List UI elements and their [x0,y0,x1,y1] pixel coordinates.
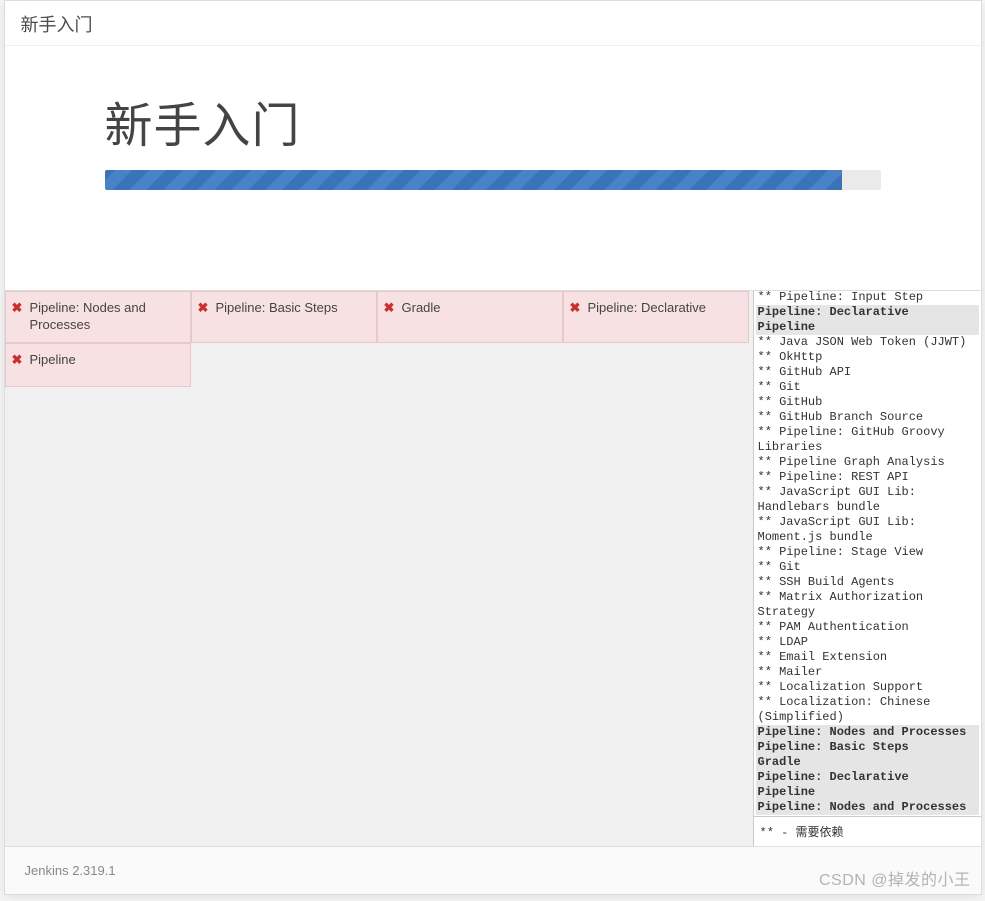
failed-plugin-tile[interactable]: ✖ Gradle [377,291,563,343]
log-line: ** Java JSON Web Token (JJWT) [756,335,979,350]
log-line: ** PAM Authentication [756,620,979,635]
log-line: ** GitHub Branch Source [756,410,979,425]
error-icon: ✖ [12,352,23,369]
log-line: Gradle [756,755,979,770]
install-log-panel: ** Pipeline: Stage Tags Metadata** Pipel… [753,291,981,846]
log-line: Pipeline: Declarative [756,770,979,785]
log-line: ** Matrix Authorization Strategy [756,590,979,620]
failed-plugin-name: Pipeline: Basic Steps [216,300,338,315]
log-line: ** Pipeline: Input Step [756,291,979,305]
error-icon: ✖ [570,300,581,317]
install-log-legend: ** - 需要依赖 [754,816,981,846]
log-line: ** SSH Build Agents [756,575,979,590]
failed-plugin-name: Pipeline: Declarative [588,300,707,315]
log-line: ** Localization Support [756,680,979,695]
log-line: ** GitHub API [756,365,979,380]
failed-plugin-tile[interactable]: ✖ Pipeline [5,343,191,387]
log-line: ** OkHttp [756,350,979,365]
failed-plugin-name: Pipeline [30,352,76,367]
log-line: Pipeline: Nodes and Processes [756,725,979,740]
log-line: ** Git [756,560,979,575]
log-line: ** Git [756,380,979,395]
error-icon: ✖ [384,300,395,317]
log-line: ** Pipeline: Stage View [756,545,979,560]
log-line: ** Pipeline Graph Analysis [756,455,979,470]
log-line: Pipeline: Basic Steps [756,740,979,755]
error-icon: ✖ [12,300,23,317]
progress-track [105,170,881,190]
failed-plugin-name: Gradle [402,300,441,315]
dialog-header: 新手入门 [5,1,981,46]
dialog-footer: Jenkins 2.319.1 [5,846,981,894]
log-line: ** Email Extension [756,650,979,665]
log-line: ** GitHub [756,395,979,410]
log-line: ** Pipeline: REST API [756,470,979,485]
failed-plugin-tile[interactable]: ✖ Pipeline: Basic Steps [191,291,377,343]
failed-plugin-tile[interactable]: ✖ Pipeline: Declarative [563,291,749,343]
failed-plugin-name: Pipeline: Nodes and Processes [30,300,146,332]
log-line: Pipeline [756,320,979,335]
page-title: 新手入门 [105,86,881,156]
log-line: ** Mailer [756,665,979,680]
setup-wizard-dialog: 新手入门 新手入门 ✖ Pipeline: Nodes and Processes… [4,0,982,895]
log-line: Pipeline: Nodes and Processes [756,800,979,815]
failed-plugin-area: ✖ Pipeline: Nodes and Processes ✖ Pipeline:… [5,291,753,846]
log-line: ** JavaScript GUI Lib: Moment.js bundle [756,515,979,545]
error-icon: ✖ [198,300,209,317]
progress-bar [105,170,842,190]
log-line: Pipeline: Declarative [756,305,979,320]
log-line: ** Localization: Chinese (Simplified) [756,695,979,725]
failed-plugin-tile[interactable]: ✖ Pipeline: Nodes and Processes [5,291,191,343]
log-line: ** LDAP [756,635,979,650]
middle-section: ✖ Pipeline: Nodes and Processes ✖ Pipeline:… [5,290,981,846]
log-line: ** JavaScript GUI Lib: Handlebars bundle [756,485,979,515]
hero-section: 新手入门 [5,46,981,210]
dialog-title: 新手入门 [21,15,93,35]
log-line: ** Pipeline: GitHub Groovy Libraries [756,425,979,455]
install-log-scroll[interactable]: ** Pipeline: Stage Tags Metadata** Pipel… [754,291,981,816]
log-line: Pipeline [756,785,979,800]
jenkins-version: Jenkins 2.319.1 [25,863,116,878]
